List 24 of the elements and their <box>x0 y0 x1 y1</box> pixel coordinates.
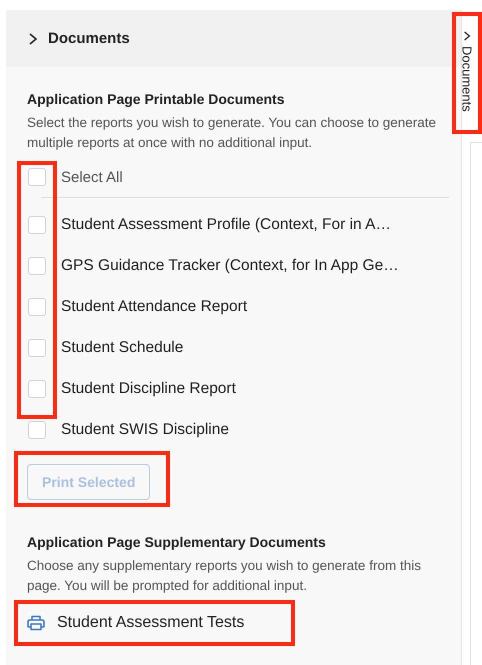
panel-header[interactable]: Documents <box>6 10 461 67</box>
report-label: Student Schedule <box>61 338 184 356</box>
section-heading: Application Page Supplementary Documents <box>27 533 327 552</box>
section-heading: Application Page Printable Documents <box>27 90 286 109</box>
checkbox[interactable] <box>28 216 46 234</box>
printer-icon <box>27 615 45 631</box>
report-link[interactable]: Student Assessment Tests <box>27 604 295 642</box>
report-label: Student Attendance Report <box>61 298 248 316</box>
checkbox[interactable] <box>28 298 46 316</box>
report-label: Student Assessment Profile (Context, For in A… <box>61 216 391 234</box>
section-description: Select the reports you wish to generate. You can choose to generate multiple reports at once with no additional input. <box>27 114 438 152</box>
panel-title: Documents <box>48 30 130 47</box>
checkbox[interactable] <box>28 380 46 398</box>
chevron-icon <box>463 30 471 42</box>
chevron-icon <box>28 32 38 46</box>
checkbox-label: Select All <box>61 168 123 186</box>
report-label: Student SWIS Discipline <box>61 420 229 438</box>
report-label: Student Discipline Report <box>61 380 236 398</box>
checkbox[interactable] <box>28 256 46 274</box>
section-description: Choose any supplementary reports you wish to generate from this page. You will be prompted for additional input. <box>27 557 422 595</box>
checkbox[interactable] <box>28 168 46 186</box>
checkbox[interactable] <box>28 420 46 438</box>
report-label: GPS Guidance Tracker (Context, for In App Ge… <box>61 256 399 274</box>
checkbox[interactable] <box>28 338 46 356</box>
